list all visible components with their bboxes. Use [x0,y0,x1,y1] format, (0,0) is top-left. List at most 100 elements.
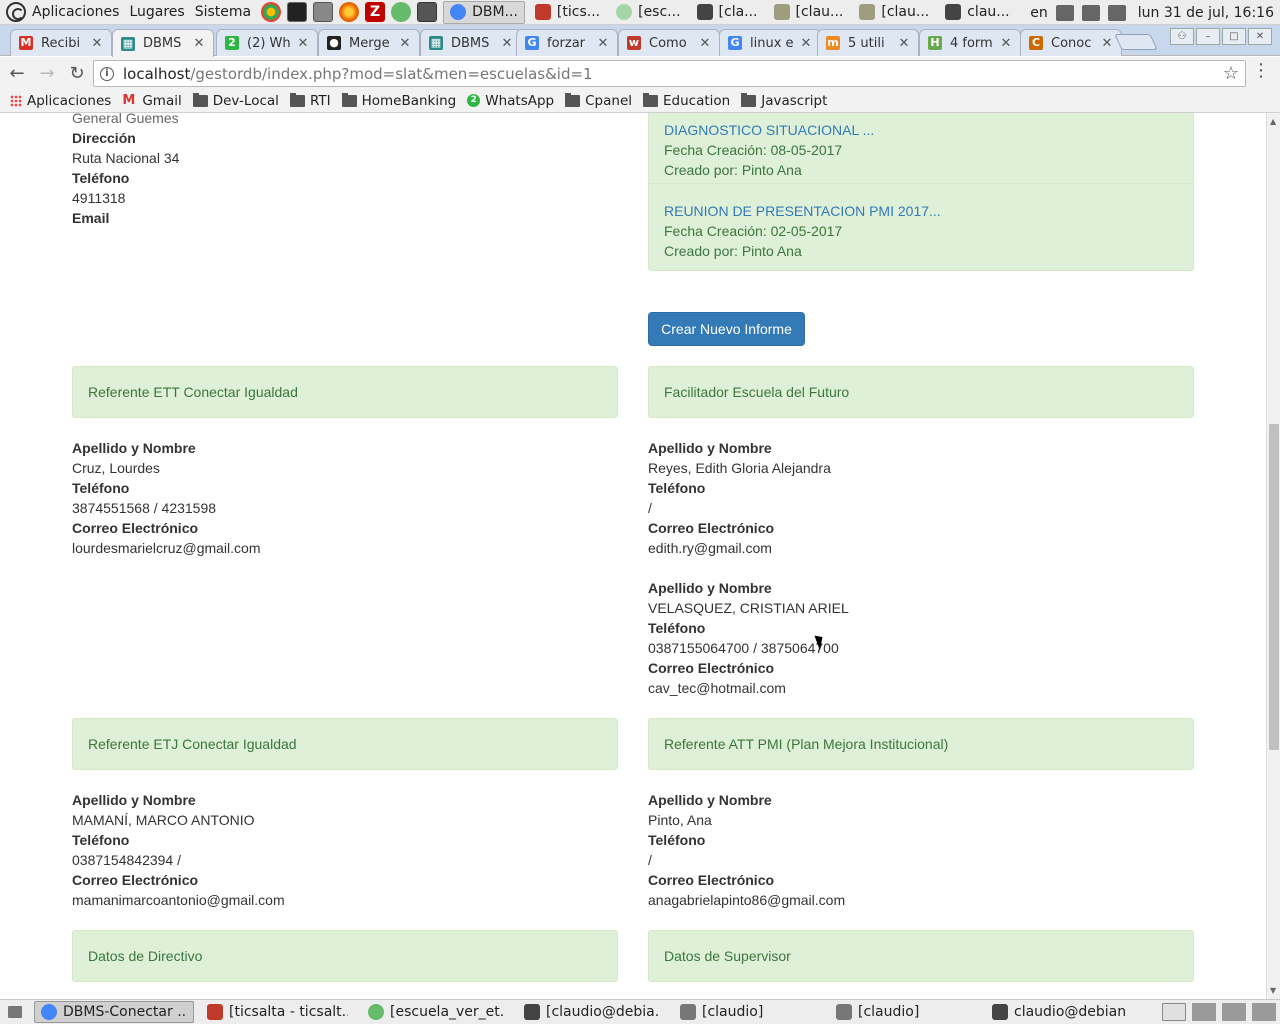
keyboard-layout-indicator[interactable]: en [1030,5,1048,21]
panel-task-button[interactable]: DBM... [443,0,525,24]
bookmark-homebanking[interactable]: HomeBanking [341,92,457,109]
show-desktop-icon[interactable] [8,1006,22,1018]
clock[interactable]: lun 31 de jul, 16:16 [1138,5,1274,21]
browser-tab[interactable]: ● Merge ✕ [318,29,420,56]
back-button[interactable]: ← [4,60,30,86]
reload-button[interactable]: ↻ [64,60,90,86]
taskbar-window-button[interactable]: [claudio@debia... [517,1001,667,1023]
facilitador-1-email: edith.ry@gmail.com [648,540,772,556]
network-icon[interactable] [1081,4,1100,21]
browser-toolbar: ← → ↻ i localhost/gestordb/index.php?mod… [0,57,1280,89]
tab-close-icon[interactable]: ✕ [295,36,311,51]
maximize-button[interactable]: □ [1222,28,1246,45]
panel-task-button[interactable]: [clau... [853,1,935,24]
chrome-icon[interactable] [261,2,282,22]
tab-close-icon[interactable]: ✕ [89,36,105,51]
taskbar-window-button[interactable]: [claudio] [829,1001,979,1023]
taskbar-window-button[interactable]: [claudio] [673,1001,823,1023]
panel-task-button[interactable]: [esc... [610,1,686,24]
firefox-icon[interactable] [339,2,360,22]
bookmark-whatsapp[interactable]: 2 WhatsApp [467,93,554,109]
tab-close-icon[interactable]: ✕ [798,36,814,51]
browser-tab[interactable]: ▦ DBMS ✕ [420,29,522,56]
folder-icon [741,92,757,107]
taskbar-window-label: [claudio] [858,1004,920,1020]
filezilla-icon [534,4,551,20]
panel-task-button[interactable]: clau... [939,1,1015,24]
tab-label: DBMS [451,35,490,51]
folder-icon [836,1004,852,1020]
panel-task-button[interactable]: [cla... [691,1,764,24]
tab-close-icon[interactable]: ✕ [1099,36,1115,51]
browser-tab[interactable]: 2 (2) Wh ✕ [216,29,318,56]
menu-aplicaciones[interactable]: Aplicaciones [32,4,119,20]
report-title-link[interactable]: REUNION DE PRESENTACION PMI 2017... [664,201,941,221]
ett-person-email: lourdesmarielcruz@gmail.com [72,540,261,556]
address-bar[interactable]: i localhost/gestordb/index.php?mod=slat&… [93,60,1246,87]
workspace-4[interactable] [1252,1003,1276,1021]
filezilla-icon[interactable]: Z [365,2,386,22]
workspace-1[interactable] [1162,1003,1186,1021]
minimize-button[interactable]: – [1196,28,1220,45]
new-tab-button[interactable] [1114,34,1158,50]
browser-tab[interactable]: Glinux e ✕ [719,29,821,56]
atom-icon[interactable] [391,2,412,22]
chrome-menu-icon[interactable]: ⋮ [1252,62,1270,80]
scrollbar-thumb[interactable] [1269,424,1279,750]
screenshot-icon[interactable] [417,2,438,22]
panel-task-button[interactable]: [clau... [768,1,850,24]
tab-close-icon[interactable]: ✕ [397,36,413,51]
task-label: [clau... [795,4,844,20]
tab-close-icon[interactable]: ✕ [697,36,713,51]
workspace-2[interactable] [1192,1003,1216,1021]
tab-close-icon[interactable]: ✕ [191,36,207,51]
debian-logo-icon[interactable] [6,2,26,22]
bookmark-aplicaciones[interactable]: Aplicaciones [10,93,111,109]
volume-icon[interactable] [1055,4,1074,21]
browser-tab[interactable]: M Recibi ✕ [10,29,112,56]
close-window-button[interactable]: ✕ [1248,28,1272,45]
bookmark-dev-local[interactable]: Dev-Local [192,92,279,109]
bookmark-cpanel[interactable]: Cpanel [565,92,632,109]
page-scrollbar[interactable]: ▲ ▼ [1266,113,1280,999]
bookmark-gmail[interactable]: M Gmail [122,93,181,109]
taskbar-window-button[interactable]: [ticsalta - ticsalt... [200,1001,355,1023]
tab-close-icon[interactable]: ✕ [499,36,515,51]
site-info-icon[interactable]: i [100,66,114,81]
taskbar-window-label: [claudio] [702,1004,764,1020]
bookmark-label: HomeBanking [361,92,457,109]
school-direccion: Ruta Nacional 34 [72,150,180,166]
calculator-icon[interactable] [313,2,334,22]
person-email-label: Correo Electrónico [648,520,775,536]
report-title-link[interactable]: DIAGNOSTICO SITUACIONAL ... [664,120,874,140]
menu-lugares[interactable]: Lugares [129,4,184,20]
taskbar-window-button[interactable]: claudio@debian... [985,1001,1133,1023]
bookmark-star-icon[interactable]: ☆ [1223,63,1239,84]
battery-icon[interactable] [1107,4,1126,21]
tab-close-icon[interactable]: ✕ [998,36,1014,51]
scroll-down-arrow-icon[interactable]: ▼ [1270,986,1276,995]
menu-sistema[interactable]: Sistema [195,4,251,20]
bookmark-rti[interactable]: RTI [289,92,331,109]
tab-close-icon[interactable]: ✕ [595,36,611,51]
tab-close-icon[interactable]: ✕ [896,36,912,51]
bookmark-javascript[interactable]: Javascript [741,92,827,109]
profile-icon[interactable]: ⚇ [1170,28,1194,45]
browser-tab-strip: M Recibi ✕ ▦ DBMS ✕ 2 (2) Wh ✕ ● Merge ✕ ▦ DBMS ✕ Gforz… [0,25,1280,57]
browser-tab[interactable]: C Conoc ✕ [1020,29,1122,56]
browser-tab[interactable]: ▦ DBMS ✕ [112,29,214,57]
browser-tab[interactable]: w Como ✕ [618,29,720,56]
browser-tab[interactable]: Gforzar ✕ [516,29,618,56]
forward-button[interactable]: → [34,60,60,86]
workspace-3[interactable] [1222,1003,1246,1021]
bookmark-education[interactable]: Education [643,92,730,109]
taskbar-window-button[interactable]: [escuela_ver_et... [361,1001,511,1023]
taskbar-window-button[interactable]: DBMS-Conectar ... [34,1001,194,1023]
panel-task-button[interactable]: [tics... [529,1,606,24]
crear-nuevo-informe-button[interactable]: Crear Nuevo Informe [648,312,805,346]
terminal-icon[interactable] [287,2,308,22]
scroll-up-arrow-icon[interactable]: ▲ [1270,117,1276,126]
browser-tab[interactable]: H 4 form ✕ [919,29,1021,56]
taskbar-window-label: [claudio@debia... [546,1004,660,1020]
browser-tab[interactable]: m 5 utili ✕ [817,29,919,56]
